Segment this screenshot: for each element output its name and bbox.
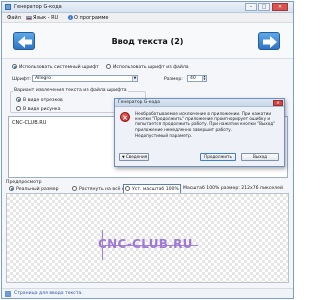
status-text: Страница для ввода текста. bbox=[14, 291, 83, 296]
dialog-title: Генератор G-кода bbox=[115, 99, 284, 107]
maximize-button[interactable]: □ bbox=[258, 3, 270, 11]
font-label: Шрифт: bbox=[12, 77, 31, 82]
dialog-close-button[interactable]: ✕ bbox=[273, 100, 283, 106]
continue-button[interactable]: Продолжить bbox=[200, 153, 236, 161]
window-title: Генератор G-кода bbox=[14, 4, 62, 10]
radio-system-font-label: Использовать системный шрифт bbox=[19, 65, 99, 70]
dialog-detail: Недопустимый параметр. bbox=[135, 133, 193, 138]
radio-segments-label: В виде отрезков bbox=[23, 98, 63, 103]
size-stepper[interactable]: 40 ▲ ▼ bbox=[187, 75, 207, 82]
menu-about[interactable]: iО программе bbox=[68, 15, 109, 21]
menu-bar: Файл Язык - RU iО программе bbox=[2, 13, 293, 23]
size-label: Размер: bbox=[164, 77, 183, 82]
preview-rendered-text: CNC-CLUB.RU bbox=[98, 237, 193, 251]
radio-system-font[interactable]: Использовать системный шрифт bbox=[12, 64, 99, 70]
arrow-right-icon bbox=[263, 36, 277, 48]
dialog-button-row: ▼ Сведения Продолжить Выход bbox=[115, 153, 284, 166]
radio-indicator bbox=[16, 97, 21, 102]
preview-label: Предпросмотр bbox=[6, 180, 42, 185]
stepper-arrows-icon: ▲ ▼ bbox=[202, 75, 206, 81]
font-select-value: Allegro bbox=[35, 76, 52, 81]
menu-language[interactable]: Язык - RU bbox=[26, 15, 58, 21]
text-input-value: CNC-CLUB.RU bbox=[12, 120, 47, 126]
title-bar: Генератор G-кода – □ ✕ bbox=[2, 2, 293, 13]
radio-file-font[interactable]: Использовать шрифт из файла bbox=[106, 64, 189, 70]
radio-indicator bbox=[125, 186, 130, 191]
exit-button[interactable]: Выход bbox=[241, 153, 279, 161]
scale-info: Масштаб 100% размер: 212x76 пикселей bbox=[183, 186, 283, 191]
radio-indicator bbox=[12, 64, 17, 69]
radio-file-font-label: Использовать шрифт из файла bbox=[113, 65, 189, 70]
radio-set-scale-label: Уст. масштаб 100% bbox=[132, 187, 179, 192]
radio-real-size[interactable]: Реальный размер bbox=[9, 186, 59, 192]
russian-flag-icon bbox=[26, 15, 32, 20]
error-dialog: Генератор G-кода ✕ × Необрабатываемое ис… bbox=[114, 98, 285, 167]
radio-indicator bbox=[106, 64, 111, 69]
details-button-label: Сведения bbox=[125, 154, 148, 159]
radio-image-label: В виде рисунка bbox=[23, 107, 61, 112]
menu-file[interactable]: Файл bbox=[7, 15, 21, 21]
radio-real-size-label: Реальный размер bbox=[16, 187, 59, 192]
details-button[interactable]: ▼ Сведения bbox=[119, 153, 149, 161]
dialog-message: Необрабатываемое исключение в приложении… bbox=[135, 111, 276, 132]
minimize-button[interactable]: – bbox=[245, 3, 257, 11]
radio-indicator bbox=[16, 106, 21, 111]
font-select[interactable]: Allegro ▼ bbox=[32, 75, 138, 82]
radio-image[interactable]: В виде рисунка bbox=[16, 106, 61, 112]
close-button[interactable]: ✕ bbox=[272, 3, 288, 11]
page-header: Ввод текста (2) bbox=[2, 23, 293, 59]
chevron-down-icon: ▼ bbox=[132, 76, 137, 81]
info-icon: i bbox=[68, 15, 73, 20]
status-icon bbox=[5, 291, 11, 299]
app-window: Генератор G-кода – □ ✕ Файл Язык - RU iО… bbox=[1, 1, 294, 299]
forward-button[interactable] bbox=[258, 32, 280, 50]
radio-indicator bbox=[9, 186, 14, 191]
error-icon: × bbox=[120, 112, 130, 122]
radio-segments[interactable]: В виде отрезков bbox=[16, 97, 63, 103]
app-icon bbox=[5, 4, 11, 10]
status-bar: Страница для ввода текста. bbox=[2, 288, 293, 298]
menu-language-label: Язык - RU bbox=[33, 15, 59, 21]
page-title: Ввод текста (2) bbox=[111, 37, 184, 46]
menu-about-label: О программе bbox=[74, 15, 109, 21]
size-value: 40 bbox=[190, 76, 196, 81]
radio-indicator bbox=[72, 186, 77, 191]
extract-group-title: Вариант извлечения текста из файла шрифт… bbox=[13, 88, 128, 93]
